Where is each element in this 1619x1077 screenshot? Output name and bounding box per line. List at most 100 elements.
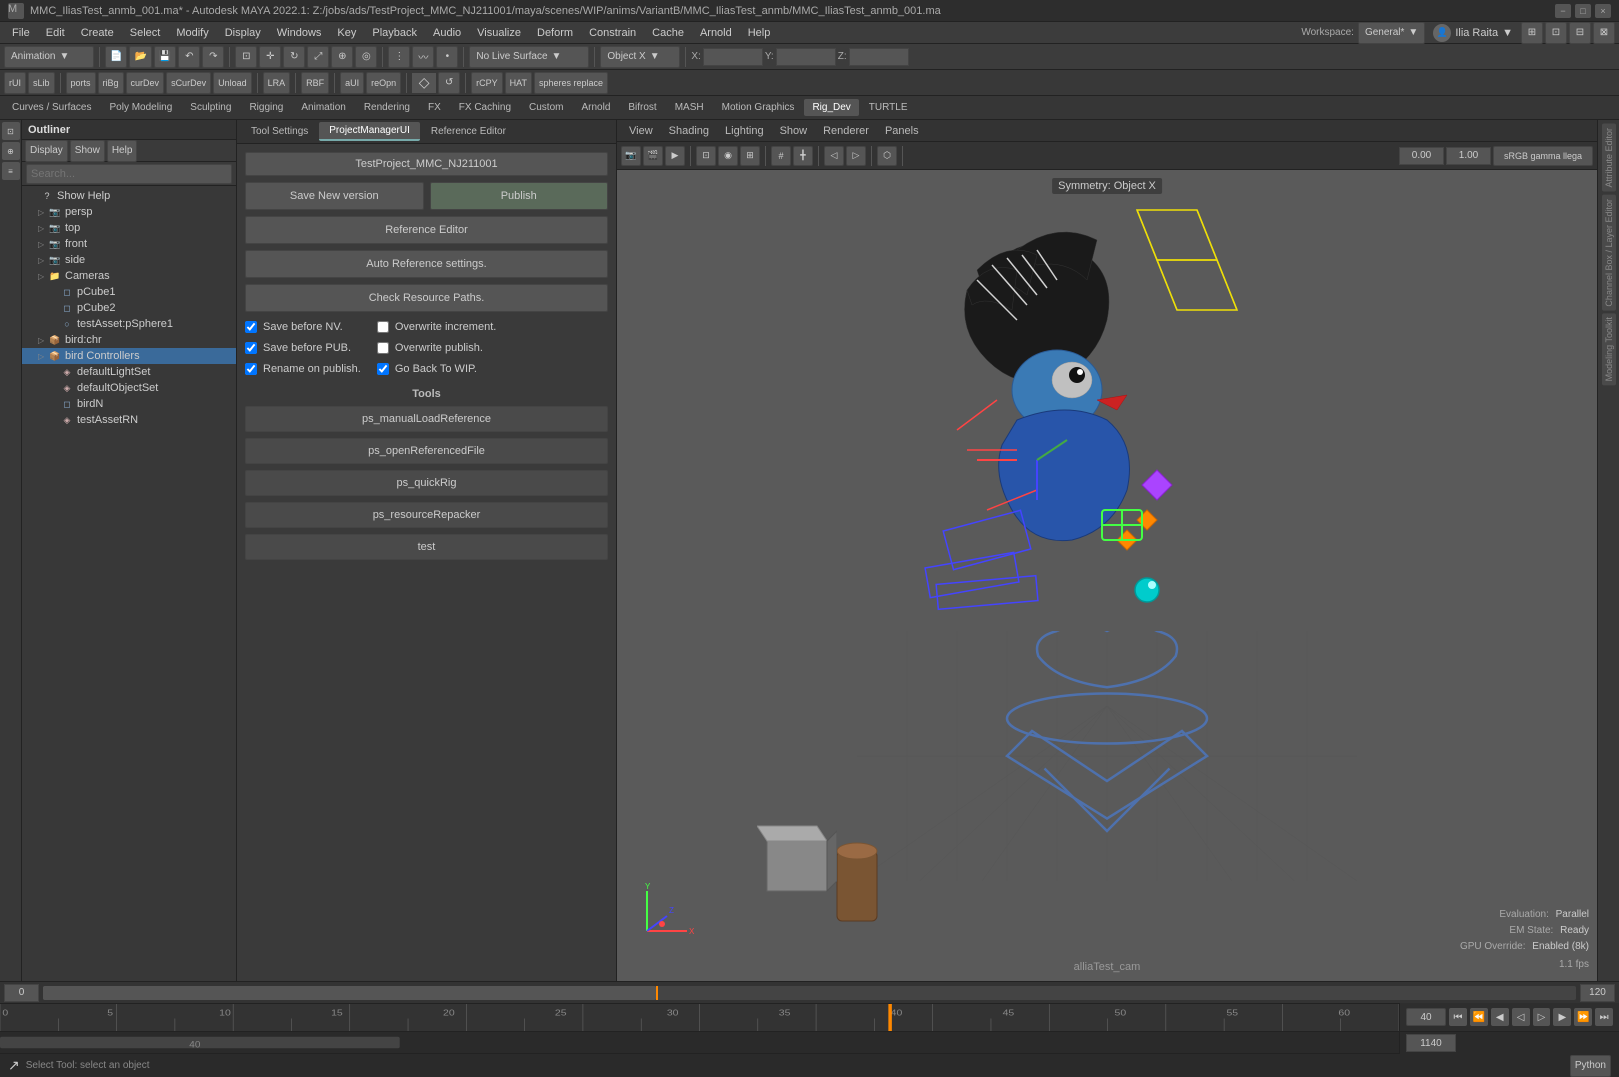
- test-button[interactable]: test: [245, 534, 608, 560]
- tab-curves[interactable]: Curves / Surfaces: [4, 99, 99, 116]
- outliner-help-menu[interactable]: Help: [107, 140, 138, 162]
- tree-bird-chr[interactable]: ▷ 📦 bird:chr: [22, 332, 236, 348]
- tab-project-manager[interactable]: ProjectManagerUI: [319, 122, 420, 141]
- tree-cameras[interactable]: ▷ 📁 Cameras: [22, 268, 236, 284]
- modeling-toolkit-tab[interactable]: Modeling Toolkit: [1602, 313, 1616, 385]
- tree-show-help[interactable]: ? Show Help: [22, 188, 236, 204]
- minimize-button[interactable]: −: [1555, 4, 1571, 18]
- ps-resource-repacker-button[interactable]: ps_resourceRepacker: [245, 502, 608, 528]
- refresh-btn[interactable]: ↺: [438, 72, 460, 94]
- color-value-input[interactable]: [1399, 147, 1444, 165]
- outliner-show-menu[interactable]: Show: [70, 140, 105, 162]
- save-before-pub-checkbox[interactable]: [245, 342, 257, 354]
- snap-curve-btn[interactable]: 〰: [412, 46, 434, 68]
- vp-wire-shade-btn[interactable]: ⊞: [740, 146, 760, 166]
- tree-front[interactable]: ▷ 📷 front: [22, 236, 236, 252]
- go-to-start-button[interactable]: ⏮: [1449, 1008, 1467, 1026]
- timeline[interactable]: 0 5 10 15 20 25 30 35 40 45 50 55 60: [0, 1003, 1399, 1031]
- vp-guides-btn[interactable]: ╋: [793, 146, 813, 166]
- range-start-input[interactable]: [4, 984, 39, 1002]
- tree-birdn[interactable]: ◻ birdN: [22, 396, 236, 412]
- vp-menu-show[interactable]: Show: [776, 123, 812, 139]
- ps-quick-rig-button[interactable]: ps_quickRig: [245, 470, 608, 496]
- range-end-input[interactable]: [1580, 984, 1615, 1002]
- slib-btn[interactable]: sLib: [28, 72, 55, 94]
- check-resource-button[interactable]: Check Resource Paths.: [245, 284, 608, 312]
- menu-modify[interactable]: Modify: [168, 25, 216, 41]
- vp-isolate-btn[interactable]: ⬡: [877, 146, 897, 166]
- soft-select-btn[interactable]: ◎: [355, 46, 377, 68]
- save-new-version-button[interactable]: Save New version: [245, 182, 424, 210]
- zoom-value-input[interactable]: [1446, 147, 1491, 165]
- rename-on-publish-checkbox[interactable]: [245, 363, 257, 375]
- publish-button[interactable]: Publish: [430, 182, 609, 210]
- reopn-btn[interactable]: reOpn: [366, 72, 401, 94]
- save-before-nv-checkbox[interactable]: [245, 321, 257, 333]
- tab-rig-dev[interactable]: Rig_Dev: [804, 99, 858, 116]
- shape-icon[interactable]: ◇: [412, 73, 436, 93]
- tab-rendering[interactable]: Rendering: [356, 99, 418, 116]
- layout-btn-4[interactable]: ⊠: [1593, 22, 1615, 44]
- current-frame-input[interactable]: [1406, 1008, 1446, 1026]
- tab-motion-graphics[interactable]: Motion Graphics: [714, 99, 803, 116]
- menu-select[interactable]: Select: [122, 25, 169, 41]
- vp-menu-renderer[interactable]: Renderer: [819, 123, 873, 139]
- curdev-btn[interactable]: curDev: [126, 72, 165, 94]
- new-scene-btn[interactable]: 📄: [105, 46, 127, 68]
- rcpy-btn[interactable]: rCPY: [471, 72, 503, 94]
- play-back-button[interactable]: ◁: [1512, 1008, 1530, 1026]
- tab-fx[interactable]: FX: [420, 99, 449, 116]
- universal-manip-btn[interactable]: ⊕: [331, 46, 353, 68]
- vp-wireframe-btn[interactable]: ⊡: [696, 146, 716, 166]
- range-slider[interactable]: [43, 986, 1576, 1000]
- ribg-btn[interactable]: riBg: [98, 72, 124, 94]
- tree-top[interactable]: ▷ 📷 top: [22, 220, 236, 236]
- vp-smooth-btn[interactable]: ◉: [718, 146, 738, 166]
- save-scene-btn[interactable]: 💾: [154, 46, 176, 68]
- tab-tool-settings[interactable]: Tool Settings: [241, 123, 318, 140]
- tree-bird-controllers[interactable]: ▷ 📦 bird Controllers: [22, 348, 236, 364]
- vp-anim-btn[interactable]: ▶: [665, 146, 685, 166]
- menu-cache[interactable]: Cache: [644, 25, 692, 41]
- tab-bifrost[interactable]: Bifrost: [620, 99, 664, 116]
- search-input[interactable]: [26, 164, 232, 184]
- menu-edit[interactable]: Edit: [38, 25, 73, 41]
- menu-help[interactable]: Help: [740, 25, 779, 41]
- vp-menu-shading[interactable]: Shading: [665, 123, 713, 139]
- overwrite-increment-checkbox[interactable]: [377, 321, 389, 333]
- unload-btn[interactable]: Unload: [213, 72, 252, 94]
- reference-editor-button[interactable]: Reference Editor: [245, 216, 608, 244]
- workspace-dropdown[interactable]: General* ▼: [1358, 22, 1425, 44]
- menu-display[interactable]: Display: [217, 25, 269, 41]
- tree-object-set[interactable]: ◈ defaultObjectSet: [22, 380, 236, 396]
- menu-deform[interactable]: Deform: [529, 25, 581, 41]
- spheres-replace-btn[interactable]: spheres replace: [534, 72, 608, 94]
- menu-file[interactable]: File: [4, 25, 38, 41]
- menu-audio[interactable]: Audio: [425, 25, 469, 41]
- tree-side[interactable]: ▷ 📷 side: [22, 252, 236, 268]
- object-x-dropdown[interactable]: Object X ▼: [600, 46, 680, 68]
- vp-camera-btn[interactable]: 📷: [621, 146, 641, 166]
- prev-keyframe-button[interactable]: ⏪: [1470, 1008, 1488, 1026]
- go-back-to-wip-checkbox[interactable]: [377, 363, 389, 375]
- layout-btn-3[interactable]: ⊟: [1569, 22, 1591, 44]
- tree-test-asset-rn[interactable]: ◈ testAssetRN: [22, 412, 236, 428]
- menu-visualize[interactable]: Visualize: [469, 25, 529, 41]
- menu-arnold[interactable]: Arnold: [692, 25, 740, 41]
- coord-x-input[interactable]: [703, 48, 763, 66]
- auto-reference-button[interactable]: Auto Reference settings.: [245, 250, 608, 278]
- aui-btn[interactable]: aUI: [340, 72, 364, 94]
- scale-tool-btn[interactable]: ⤢: [307, 46, 329, 68]
- tab-mash[interactable]: MASH: [667, 99, 712, 116]
- snap-grid-btn[interactable]: ⋮: [388, 46, 410, 68]
- move-tool-btn[interactable]: ✛: [259, 46, 281, 68]
- menu-key[interactable]: Key: [329, 25, 364, 41]
- tree-persp[interactable]: ▷ 📷 persp: [22, 204, 236, 220]
- frame-range-track[interactable]: 40: [0, 1032, 1399, 1053]
- tool-strip-btn-2[interactable]: ⊕: [2, 142, 20, 160]
- snap-point-btn[interactable]: •: [436, 46, 458, 68]
- rotate-tool-btn[interactable]: ↻: [283, 46, 305, 68]
- tree-light-set[interactable]: ◈ defaultLightSet: [22, 364, 236, 380]
- tree-test-sphere[interactable]: ○ testAsset:pSphere1: [22, 316, 236, 332]
- tree-pcube2[interactable]: ◻ pCube2: [22, 300, 236, 316]
